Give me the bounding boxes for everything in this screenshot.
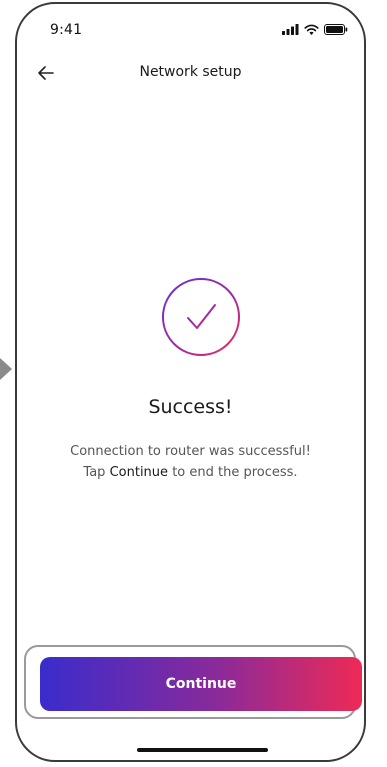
message-line-1: Connection to router was successful! xyxy=(70,444,311,459)
message-prefix: Tap xyxy=(83,465,106,480)
phone-frame: 9:41 Network setup Success! Connection t… xyxy=(15,2,366,762)
battery-icon xyxy=(324,24,348,35)
success-title: Success! xyxy=(148,396,233,418)
status-icons xyxy=(282,24,348,35)
home-indicator xyxy=(137,748,268,752)
message-suffix: to end the process. xyxy=(172,465,298,480)
pointer-arrow-icon xyxy=(0,358,12,380)
screen: 9:41 Network setup Success! Connection t… xyxy=(0,0,387,767)
wifi-icon xyxy=(304,24,319,35)
check-circle-icon xyxy=(162,278,240,356)
message-emphasis: Continue xyxy=(109,465,169,480)
status-bar: 9:41 xyxy=(17,4,364,48)
message-line-2: Tap Continue to end the process. xyxy=(37,462,344,483)
page-title: Network setup xyxy=(139,64,242,80)
signal-icon xyxy=(282,24,299,35)
navigation-bar: Network setup xyxy=(17,58,364,88)
status-time: 9:41 xyxy=(50,22,83,38)
success-message: Connection to router was successful! Tap… xyxy=(37,441,344,483)
continue-button[interactable]: Continue xyxy=(40,657,362,711)
